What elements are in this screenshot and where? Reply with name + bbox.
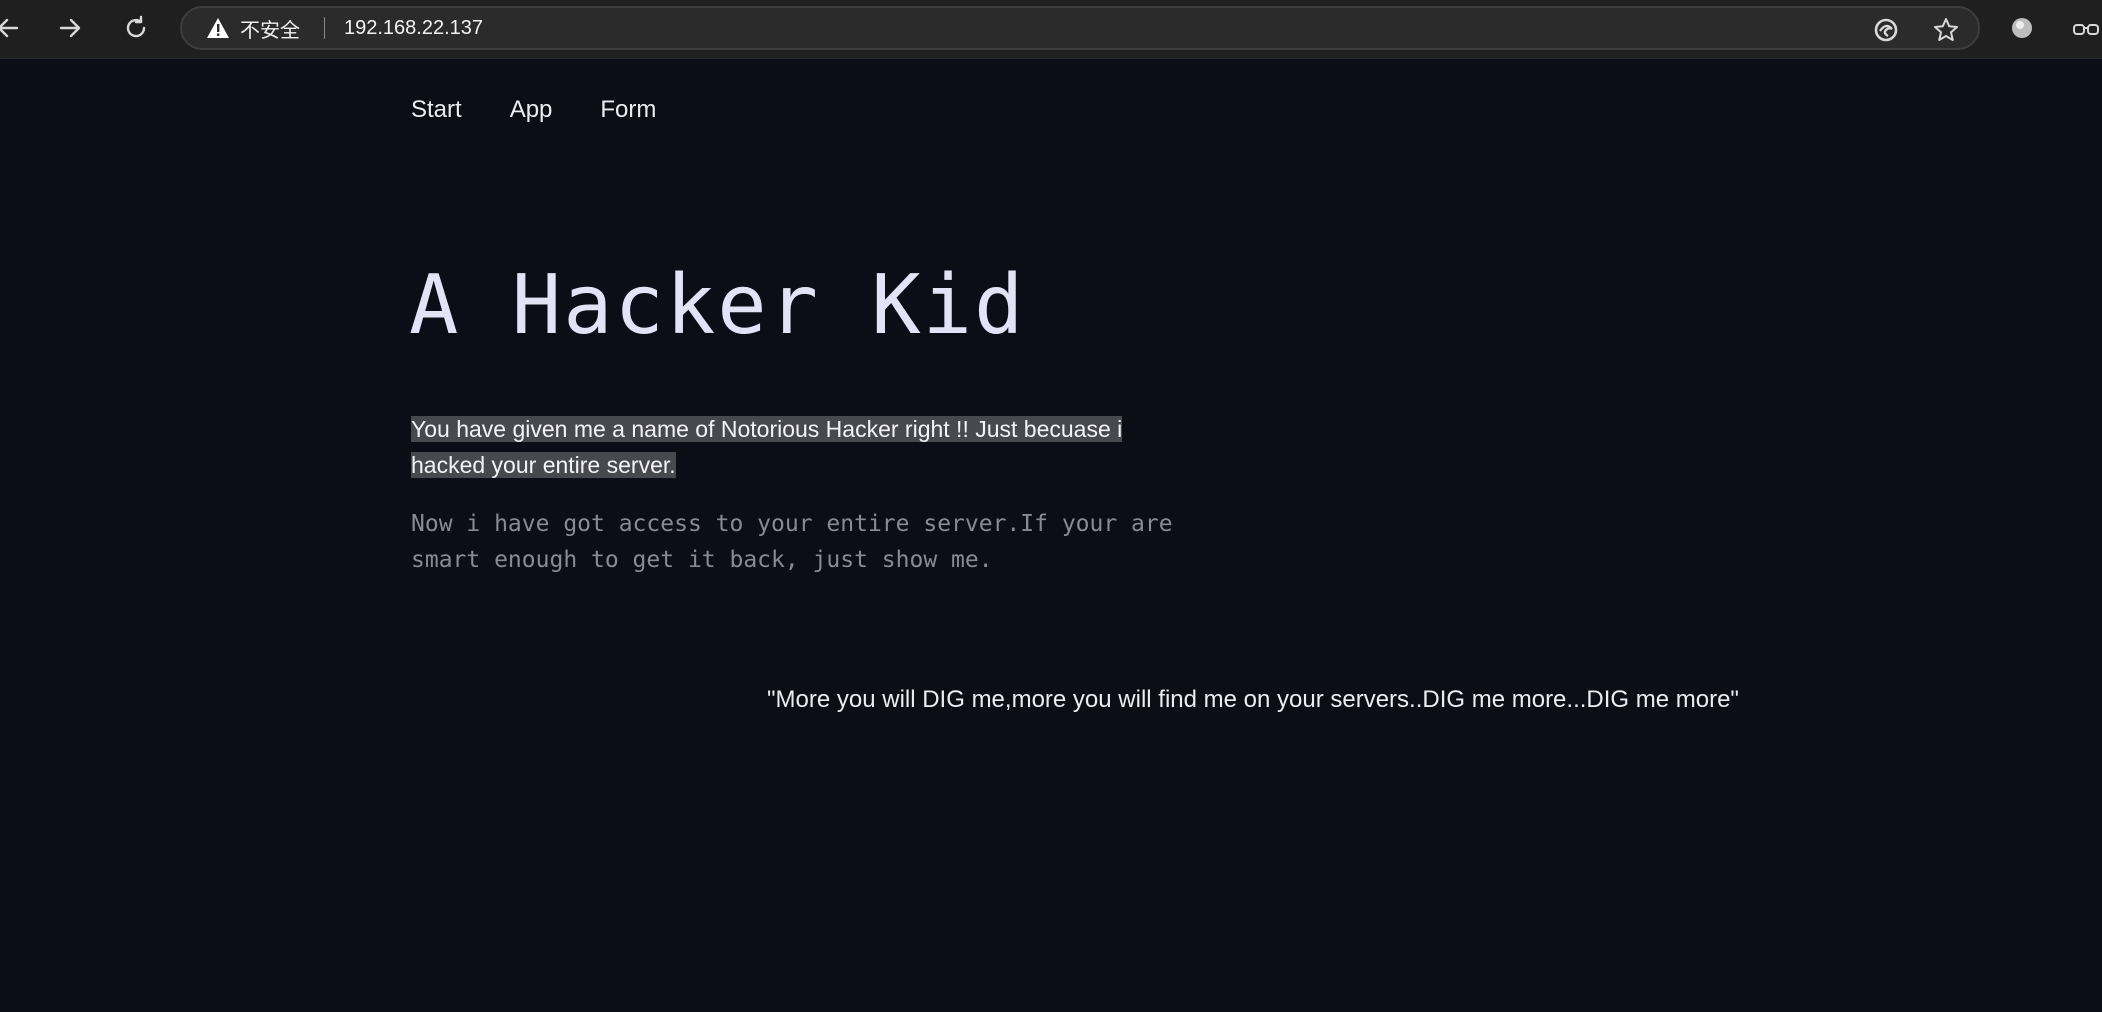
profile-icon <box>2012 18 2032 38</box>
nav-link-app[interactable]: App <box>510 96 553 124</box>
back-button[interactable] <box>0 12 24 44</box>
nav-link-form[interactable]: Form <box>600 96 656 124</box>
back-arrow-icon <box>0 18 19 38</box>
profile-avatar[interactable] <box>2006 12 2038 44</box>
browser-toolbar: 不安全 192.168.22.137 <box>0 0 2102 59</box>
glasses-icon <box>2073 24 2099 35</box>
extensions-button[interactable] <box>2070 12 2102 44</box>
page-title: A Hacker Kid <box>409 258 1026 353</box>
mono-paragraph: Now i have got access to your entire ser… <box>411 511 1173 573</box>
security-label: 不安全 <box>240 19 300 42</box>
dig-quote: "More you will DIG me,more you will find… <box>767 686 1739 713</box>
nav-link-start[interactable]: Start <box>411 96 462 124</box>
warning-icon <box>207 18 229 38</box>
reload-icon <box>126 15 146 38</box>
site-nav: Start App Form <box>411 96 656 124</box>
url-text[interactable]: 192.168.22.137 <box>344 17 483 40</box>
highlighted-intro-text: You have given me a name of Notorious Ha… <box>411 416 1123 478</box>
forward-arrow-icon <box>59 18 81 38</box>
address-separator <box>324 17 325 39</box>
reload-button[interactable] <box>120 12 152 44</box>
forward-button[interactable] <box>54 12 86 44</box>
web-page: Start App Form A Hacker Kid You have giv… <box>0 58 2102 1012</box>
security-indicator[interactable]: 不安全 <box>206 16 300 42</box>
address-bar[interactable]: 不安全 192.168.22.137 <box>180 6 1980 50</box>
favorite-star-icon[interactable] <box>1932 16 1960 44</box>
intro-paragraph: You have given me a name of Notorious Ha… <box>411 411 1171 483</box>
browser-essentials-icon[interactable] <box>1872 16 1900 44</box>
